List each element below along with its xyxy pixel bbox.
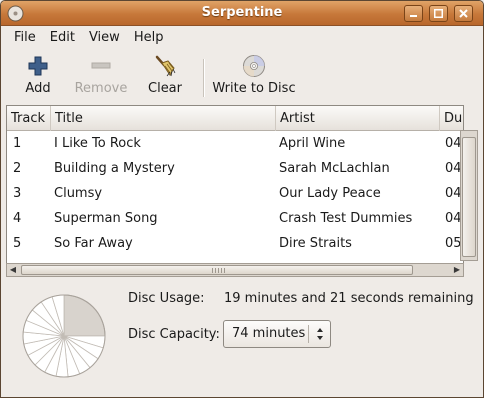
track-row[interactable]: 3 Clumsy Our Lady Peace 04 [7, 181, 463, 206]
remove-icon [91, 62, 111, 69]
serpentine-window: Serpentine File Edit View Help Add Remov… [0, 0, 484, 398]
remove-button[interactable]: Remove [71, 53, 131, 101]
column-header-artist[interactable]: Artist [275, 106, 439, 131]
minimize-icon [410, 15, 417, 17]
disc-usage-label: Disc Usage: [128, 291, 205, 306]
track-row[interactable]: 5 So Far Away Dire Straits 05 [7, 231, 463, 256]
track-title: So Far Away [54, 236, 133, 251]
track-artist: Crash Test Dummies [279, 211, 413, 226]
track-artist: Our Lady Peace [279, 186, 381, 201]
toolbar: Add Remove Clear Write to Disc [1, 49, 483, 103]
column-header-track[interactable]: Track [7, 106, 51, 131]
vertical-scroll-thumb[interactable] [462, 137, 476, 257]
track-title: I Like To Rock [54, 136, 141, 151]
disc-used-slice [63, 294, 106, 337]
disc-usage-chart [22, 294, 106, 378]
close-icon [459, 9, 468, 18]
vertical-scrollbar[interactable] [460, 130, 478, 261]
track-list[interactable]: Track Title Artist Du 1 I Like To Rock A… [6, 105, 464, 276]
track-number: 1 [13, 136, 22, 151]
clear-button[interactable]: Clear [144, 53, 186, 101]
column-header-title[interactable]: Title [50, 106, 275, 131]
track-row[interactable]: 2 Building a Mystery Sarah McLachlan 04 [7, 156, 463, 181]
track-number: 4 [13, 211, 22, 226]
disc-capacity-value: 74 minutes [232, 326, 306, 341]
add-button[interactable]: Add [19, 53, 57, 101]
cd-icon [243, 55, 265, 77]
track-artist: Sarah McLachlan [279, 161, 390, 176]
combo-divider [308, 325, 309, 343]
minimize-button[interactable] [404, 5, 423, 22]
menu-bar: File Edit View Help [1, 26, 483, 48]
horizontal-scrollbar[interactable]: ◀ ▶ [6, 263, 464, 277]
disc-capacity-label: Disc Capacity: [128, 327, 220, 342]
track-title: Building a Mystery [54, 161, 175, 176]
track-number: 3 [13, 186, 22, 201]
remove-label: Remove [74, 81, 128, 96]
horizontal-scroll-thumb[interactable] [21, 265, 413, 275]
track-row[interactable]: 4 Superman Song Crash Test Dummies 04 [7, 206, 463, 231]
write-to-disc-label: Write to Disc [212, 81, 296, 96]
scroll-grip [212, 268, 226, 273]
disc-usage-value: 19 minutes and 21 seconds remaining [224, 291, 474, 306]
up-down-arrows-icon [317, 328, 323, 340]
track-artist: Dire Straits [279, 236, 352, 251]
track-artist: April Wine [279, 136, 346, 151]
scroll-right-arrow-icon[interactable]: ▶ [451, 264, 463, 276]
track-row[interactable]: 1 I Like To Rock April Wine 04 [7, 131, 463, 156]
title-bar[interactable]: Serpentine [1, 1, 483, 26]
add-label: Add [25, 81, 51, 96]
track-list-header: Track Title Artist Du [7, 106, 463, 131]
write-to-disc-button[interactable]: Write to Disc [211, 53, 297, 101]
menu-view[interactable]: View [82, 30, 127, 45]
clear-label: Clear [148, 81, 182, 96]
close-button[interactable] [454, 5, 473, 22]
scroll-left-arrow-icon[interactable]: ◀ [7, 264, 19, 276]
menu-help[interactable]: Help [127, 30, 171, 45]
menu-edit[interactable]: Edit [43, 30, 82, 45]
track-title: Superman Song [54, 211, 158, 226]
column-header-duration[interactable]: Du [439, 106, 463, 131]
track-number: 5 [13, 236, 22, 251]
maximize-icon [434, 9, 443, 18]
track-number: 2 [13, 161, 22, 176]
toolbar-separator [203, 59, 205, 97]
menu-file[interactable]: File [7, 30, 43, 45]
add-icon [28, 56, 48, 76]
clear-broom-icon [155, 55, 176, 77]
disc-capacity-select[interactable]: 74 minutes [223, 320, 331, 348]
track-title: Clumsy [54, 186, 103, 201]
maximize-button[interactable] [429, 5, 448, 22]
